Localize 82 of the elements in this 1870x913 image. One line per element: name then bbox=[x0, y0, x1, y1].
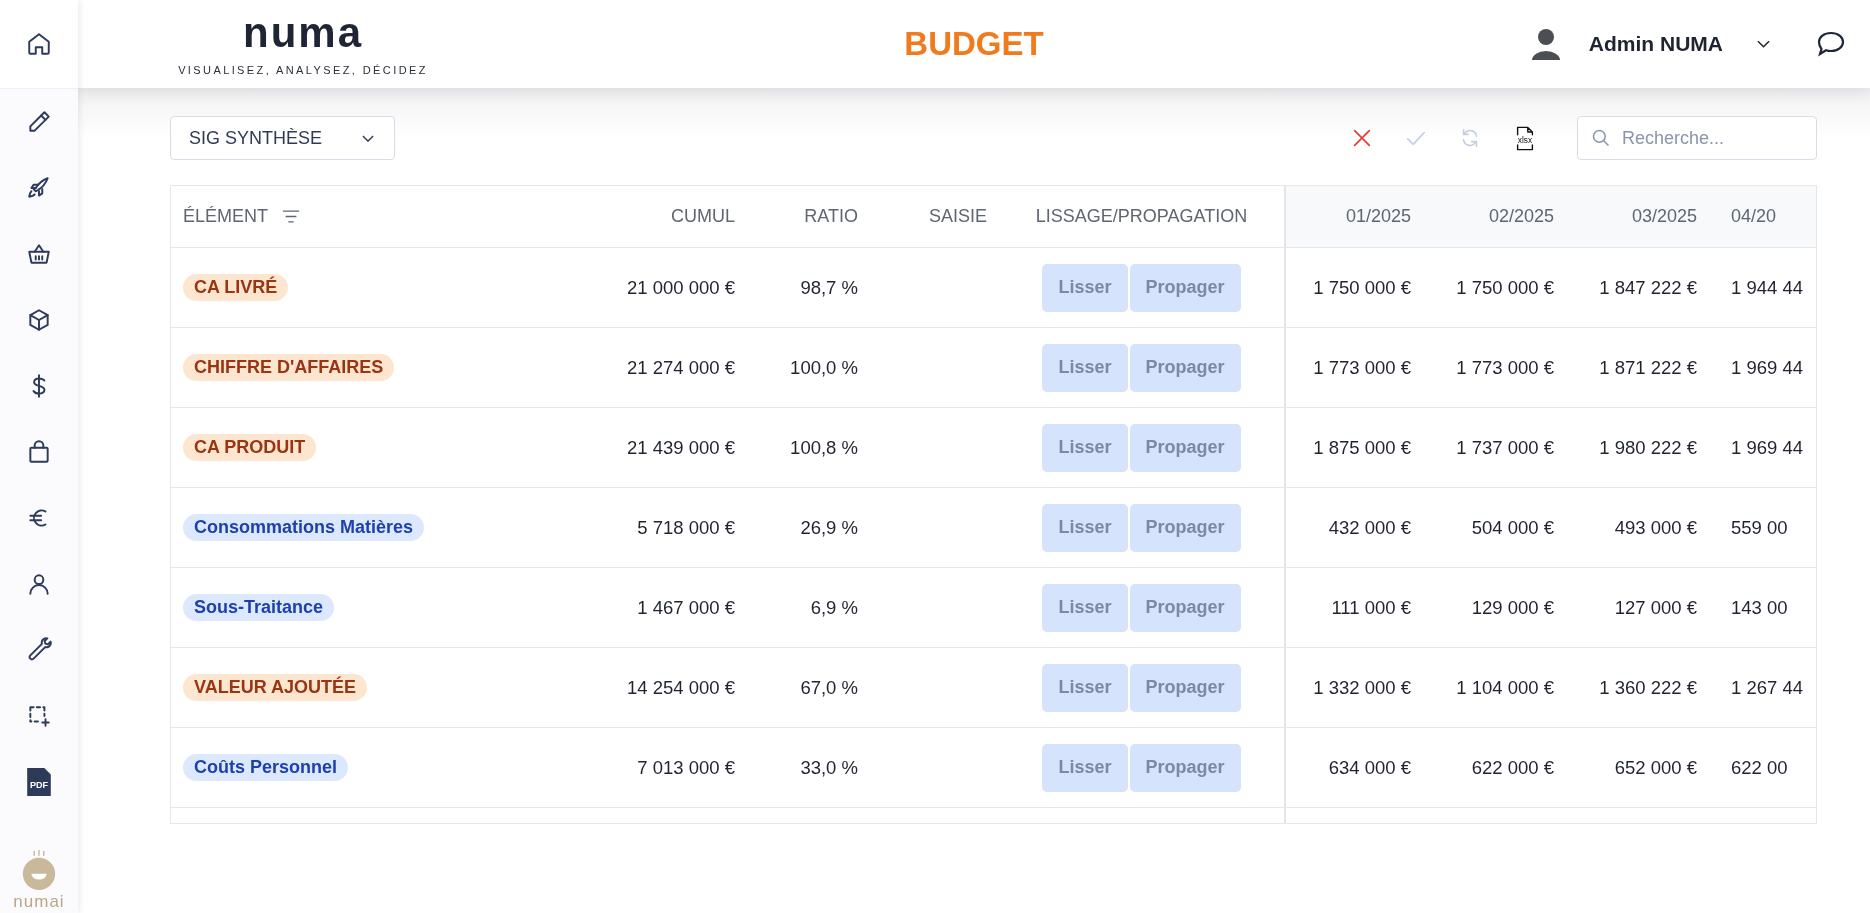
chevron-down-icon[interactable] bbox=[362, 134, 374, 142]
chat-bubble-icon[interactable] bbox=[1816, 31, 1846, 57]
table-cell: 100,8 % bbox=[790, 436, 858, 459]
assistant-name: numai bbox=[13, 893, 65, 911]
table-cell: 67,0 % bbox=[800, 676, 858, 699]
element-tag: CA PRODUIT bbox=[183, 434, 317, 461]
table-cell: 21 439 000 € bbox=[626, 436, 735, 459]
column-header: CUMUL bbox=[671, 206, 735, 227]
month-column-header: 01/2025 bbox=[1345, 206, 1411, 227]
pdf-file-icon[interactable]: PDF bbox=[26, 767, 52, 797]
filter-icon[interactable] bbox=[282, 210, 301, 223]
table-cell: 1 773 000 € bbox=[1456, 356, 1554, 379]
element-tag: VALEUR AJOUTÉE bbox=[183, 674, 368, 701]
shopping-bag-icon[interactable] bbox=[26, 439, 52, 465]
view-select[interactable]: SIG SYNTHÈSE bbox=[170, 116, 395, 160]
table-cell: 7 013 000 € bbox=[637, 756, 735, 779]
table-cell: 1 467 000 € bbox=[637, 596, 735, 619]
element-tag: CHIFFRE D'AFFAIRES bbox=[183, 354, 395, 381]
table-cell: 1 750 000 € bbox=[1456, 276, 1554, 299]
column-header: SAISIE bbox=[928, 206, 987, 227]
table-cell: 1 969 44 bbox=[1731, 436, 1803, 459]
column-header: RATIO bbox=[804, 206, 858, 227]
table-cell: 504 000 € bbox=[1471, 516, 1554, 539]
table-cell: 1 875 000 € bbox=[1313, 436, 1411, 459]
table-cell: 432 000 € bbox=[1328, 516, 1411, 539]
table-cell: 1 773 000 € bbox=[1313, 356, 1411, 379]
table-cell: 26,9 % bbox=[800, 516, 858, 539]
user-icon[interactable] bbox=[26, 571, 52, 597]
element-tag: Sous-Traitance bbox=[183, 594, 335, 621]
table-cell: 1 871 222 € bbox=[1599, 356, 1697, 379]
user-name[interactable]: Admin NUMA bbox=[1588, 32, 1723, 56]
month-column-header: 02/2025 bbox=[1488, 206, 1554, 227]
table-cell: 21 274 000 € bbox=[626, 356, 735, 379]
table-cell: 1 104 000 € bbox=[1456, 676, 1554, 699]
element-tag: Consommations Matières bbox=[183, 514, 425, 541]
user-avatar-icon bbox=[1530, 28, 1561, 60]
table-cell: 111 000 € bbox=[1331, 596, 1411, 619]
table-cell: 143 00 bbox=[1731, 596, 1788, 619]
table-cell: 5 718 000 € bbox=[637, 516, 735, 539]
table-cell: 21 000 000 € bbox=[626, 276, 735, 299]
table-cell: 6,9 % bbox=[810, 596, 858, 619]
search-field[interactable]: Recherche... bbox=[1577, 116, 1817, 160]
home-icon[interactable] bbox=[26, 31, 52, 57]
search-icon bbox=[1591, 128, 1611, 148]
table-cell: 622 00 bbox=[1731, 756, 1788, 779]
chevron-down-icon[interactable] bbox=[1757, 40, 1770, 48]
element-tag: Coûts Personnel bbox=[183, 754, 349, 781]
table-cell: 1 750 000 € bbox=[1313, 276, 1411, 299]
table-cell: 129 000 € bbox=[1471, 596, 1554, 619]
table-cell: 100,0 % bbox=[790, 356, 858, 379]
pencil-icon[interactable] bbox=[26, 109, 52, 135]
table-cell: 98,7 % bbox=[800, 276, 858, 299]
month-column-header: 04/20 bbox=[1731, 206, 1777, 227]
table-cell: 493 000 € bbox=[1614, 516, 1697, 539]
table-cell: 14 254 000 € bbox=[626, 676, 735, 699]
column-header[interactable]: ÉLÉMENT bbox=[183, 206, 269, 227]
table-cell: 1 332 000 € bbox=[1313, 676, 1411, 699]
table-cell: 622 000 € bbox=[1471, 756, 1554, 779]
table-cell: 33,0 % bbox=[800, 756, 858, 779]
column-header: LISSAGE/PROPAGATION bbox=[1035, 206, 1248, 227]
table-cell: 1 737 000 € bbox=[1456, 436, 1554, 459]
logo-wordmark: numa bbox=[243, 12, 363, 54]
close-icon[interactable] bbox=[1351, 127, 1373, 149]
table-cell: 1 267 44 bbox=[1731, 676, 1803, 699]
table-cell: 634 000 € bbox=[1328, 756, 1411, 779]
wrench-icon[interactable] bbox=[26, 637, 52, 663]
month-column-header: 03/2025 bbox=[1631, 206, 1697, 227]
table-cell: 1 944 44 bbox=[1731, 276, 1803, 299]
rocket-icon[interactable] bbox=[26, 175, 52, 201]
element-tag: CA LIVRÉ bbox=[183, 274, 289, 301]
table-cell: 1 847 222 € bbox=[1599, 276, 1697, 299]
table-cell: 652 000 € bbox=[1614, 756, 1697, 779]
logo-tagline: VISUALISEZ, ANALYSEZ, DÉCIDEZ bbox=[178, 64, 428, 76]
table-cell: 559 00 bbox=[1731, 516, 1788, 539]
selection-add-icon[interactable] bbox=[26, 703, 52, 729]
basket-icon[interactable] bbox=[26, 241, 52, 267]
table-cell: 127 000 € bbox=[1614, 596, 1697, 619]
table-cell: 1 360 222 € bbox=[1599, 676, 1697, 699]
cube-icon[interactable] bbox=[26, 307, 52, 333]
page-title: BUDGET bbox=[904, 25, 1044, 63]
table-cell: 1 969 44 bbox=[1731, 356, 1803, 379]
table-cell: 1 980 222 € bbox=[1599, 436, 1697, 459]
